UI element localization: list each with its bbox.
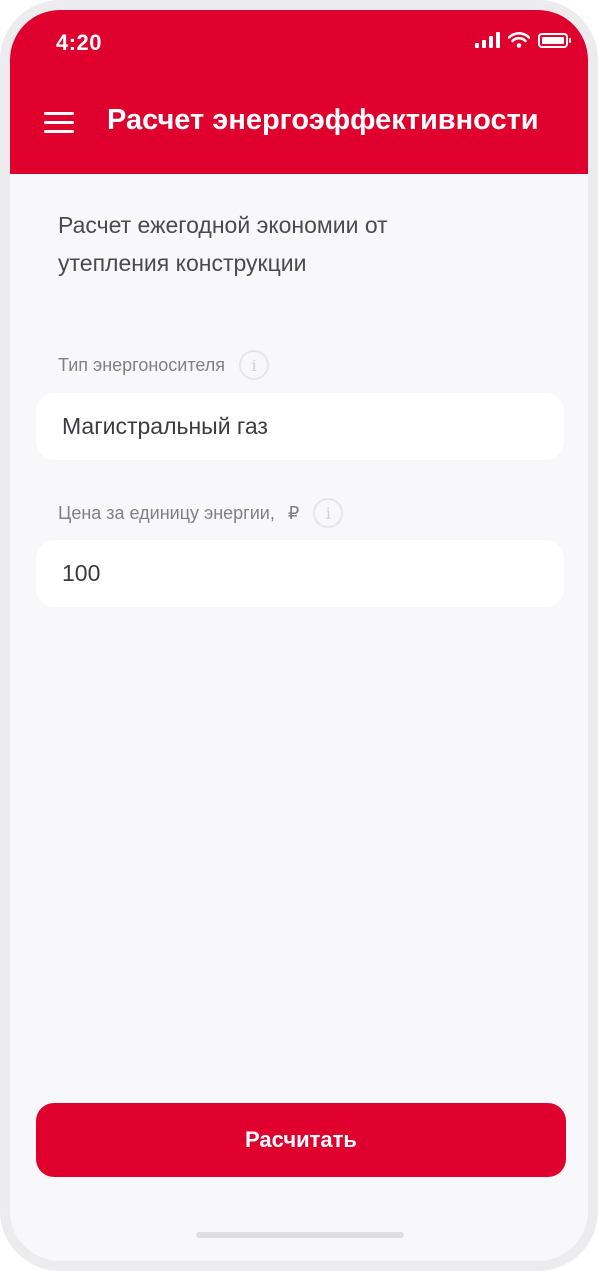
- home-indicator[interactable]: [196, 1232, 404, 1238]
- battery-icon: [538, 32, 571, 48]
- hamburger-menu-icon[interactable]: [44, 112, 74, 134]
- currency-symbol: ₽: [287, 502, 300, 523]
- unit-price-label-text: Цена за единицу энергии,: [58, 502, 275, 523]
- unit-price-value: 100: [62, 560, 101, 586]
- unit-price-input[interactable]: 100: [36, 540, 564, 607]
- unit-price-info-icon[interactable]: i: [313, 498, 344, 528]
- calculate-button[interactable]: Расчитать: [36, 1103, 566, 1177]
- energy-type-value: Магистральный газ: [62, 413, 268, 439]
- page-title: Расчет энергоэффективности: [107, 104, 539, 136]
- energy-type-info-icon[interactable]: i: [239, 350, 270, 380]
- energy-type-label: Тип энергоносителя: [58, 354, 226, 375]
- signal-icon: [475, 32, 500, 48]
- status-icons: [475, 32, 571, 48]
- app-header: 4:20 Расчет энергоэффективности: [10, 10, 588, 174]
- unit-price-label-row: Цена за единицу энергии, ₽ i: [58, 498, 344, 528]
- energy-type-select[interactable]: Магистральный газ: [36, 393, 564, 460]
- energy-type-label-row: Тип энергоносителя i: [58, 350, 270, 380]
- unit-price-label: Цена за единицу энергии, ₽: [58, 503, 299, 524]
- intro-text: Расчет ежегодной экономии от утепления к…: [58, 212, 388, 276]
- status-time: 4:20: [56, 30, 103, 55]
- wifi-icon: [508, 32, 530, 48]
- phone-frame: 4:20 Расчет энергоэффективности Расчет е…: [0, 0, 598, 1271]
